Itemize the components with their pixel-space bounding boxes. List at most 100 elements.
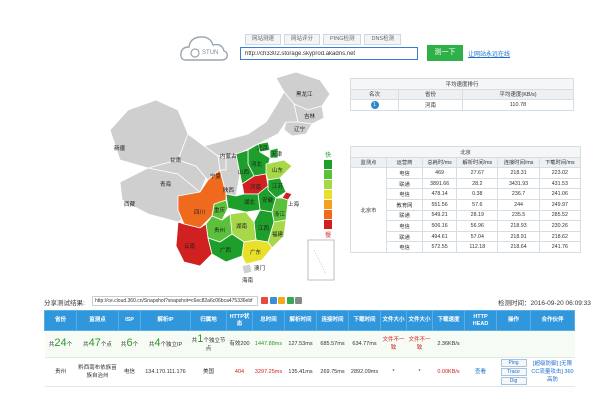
bj-cell: 电信 (386, 220, 423, 232)
bj-cell: 联通 (386, 209, 423, 222)
bj-cell: 236.7 (497, 188, 540, 200)
share-icon[interactable] (295, 297, 302, 304)
legend-swatch (324, 200, 332, 209)
sum-total: 1447.88ms (252, 330, 285, 358)
bj-table-body: 北京市 电信 469 27.67 218.31 223.02 联通 3891.66 28.2 34… (350, 167, 582, 253)
label-xizang: 西藏 (124, 200, 136, 208)
avg-header-province: 省份 (398, 88, 463, 100)
summary-row: 共24个 共47个点 共6个 共4个独立IP 共1个独立节点 有效200 144… (44, 330, 575, 358)
bj-cell: 241.06 (538, 188, 582, 200)
table-row: 1 河南 110.78 (350, 99, 574, 111)
label-guangxi: 广西 (220, 246, 232, 254)
share-icon[interactable] (261, 297, 268, 304)
label-hubei: 湖北 (244, 198, 256, 206)
avg-speed-table: 平均速度排行 名次 省份 平均速度(KB/s) 1 河南 110.78 (350, 78, 574, 111)
row-download: 2892.09ms (348, 357, 381, 387)
sum-location: 共1个独立节点 (190, 330, 227, 358)
row-location: 美国 (190, 357, 227, 387)
label-jiangsu: 江苏 (272, 182, 284, 190)
avg-header-speed: 平均速度(KB/s) (462, 88, 574, 100)
logo: STUN (180, 30, 240, 64)
sum-connect: 685.57ms (316, 330, 349, 358)
map-region-hainan[interactable] (241, 263, 253, 275)
res-header-total: 总时间 (252, 310, 285, 331)
bj-cell: 494.61 (421, 230, 458, 243)
bj-cell: 联通 (386, 177, 423, 190)
label-zhejiang: 浙江 (274, 210, 286, 218)
share-url-field[interactable]: http://ce.cloud.360.cn/Snapshot?snapshot… (92, 296, 258, 306)
res-header-head: HTTP HEAD (464, 310, 497, 331)
tab-dns[interactable]: DNS检测 (364, 34, 402, 45)
results-table: 省份 监测点 ISP 解析IP 归属地 HTTP状态 总时间 解析时间 连接时间… (44, 310, 575, 387)
label-guangdong: 广东 (250, 248, 262, 256)
bj-cell: 56.96 (456, 220, 499, 232)
bj-cell: 28.2 (456, 177, 499, 190)
res-header-download: 下载时间 (348, 310, 381, 331)
bj-cell: 549.21 (421, 209, 458, 222)
share-icon[interactable] (269, 297, 277, 304)
row-connect: 269.75ms (316, 357, 349, 387)
bj-cell: 3891.66 (421, 177, 458, 190)
label-ningxia: 宁夏 (210, 172, 222, 180)
tab-speed[interactable]: 网站测速 (245, 34, 282, 45)
bj-table-caption: 北京 (350, 146, 581, 158)
share-icon[interactable] (286, 297, 294, 304)
bj-cell: 218.91 (497, 230, 540, 243)
res-header-ip: 解析IP (140, 310, 191, 331)
share-icons (261, 297, 304, 304)
trace-button[interactable]: Trace (500, 368, 527, 376)
speed-legend: 快 慢 (322, 150, 334, 239)
sum-download: 634.77ms (348, 330, 381, 358)
map-region-neimenggu[interactable] (203, 91, 299, 157)
sum-province: 共24个 (44, 330, 77, 358)
dig-button[interactable]: Dig (500, 377, 527, 385)
row-total: 3297.25ms (252, 357, 285, 387)
legend-swatch (324, 190, 332, 199)
row-partner-link[interactable]: [超级防御] [无限CC流量攻击] 360高防 (530, 357, 575, 387)
legend-swatches (322, 160, 334, 229)
rank-badge: 1 (370, 100, 379, 109)
label-anhui: 安徽 (262, 196, 274, 204)
cloud-logo-icon (180, 36, 228, 61)
label-sichuan: 四川 (194, 209, 205, 216)
legend-slow-label: 慢 (324, 233, 331, 239)
tab-score[interactable]: 网站评分 (284, 34, 321, 45)
bj-header-total: 总耗时/ms (421, 156, 458, 169)
bj-cell: 244 (497, 198, 540, 211)
res-header-speed: 下载速度 (432, 310, 465, 331)
brand-name: STUN (202, 50, 219, 56)
bj-cell: 249.97 (538, 198, 582, 211)
row-resolve: 135.41ms (284, 357, 317, 387)
beijing-detail-table: 北京 监测点 运营商 总耗时/ms 解析时间/ms 连接时间/ms 下载时间/m… (350, 146, 582, 253)
bj-cell: 电信 (386, 241, 423, 253)
table-row: 北京市 电信 469 27.67 218.31 223.02 (350, 167, 582, 253)
bj-cell: 572.55 (421, 241, 458, 253)
share-icon[interactable] (278, 297, 285, 304)
label-jiangxi: 江西 (258, 225, 270, 232)
bj-cell: 112.18 (456, 241, 499, 253)
label-tianjin: 天津 (271, 151, 283, 158)
bj-cell: 241.76 (538, 241, 582, 253)
bj-cell: 电信 (386, 167, 423, 179)
label-fujian: 福建 (272, 230, 284, 238)
sum-point: 共47个点 (76, 330, 119, 358)
sum-speed: 2.36KB/s (432, 330, 465, 358)
ping-button[interactable]: Ping (500, 359, 527, 367)
res-header-size2: 文件大小 (406, 310, 433, 331)
bj-cell: 电信 (386, 188, 423, 200)
label-shaanxi: 陕西 (223, 186, 235, 194)
tab-ping[interactable]: PING检测 (323, 34, 362, 45)
res-header-status: HTTP状态 (226, 310, 253, 331)
check-time: 检测时间：2016-09-20 06:09:33 (498, 297, 591, 307)
avg-table-caption: 平均速度排行 (350, 78, 574, 90)
always-online-link[interactable]: 让网站永远在线 (468, 49, 510, 58)
bj-header-point: 监测点 (350, 156, 387, 169)
test-button[interactable]: 测一下 (427, 45, 463, 61)
res-header-size1: 文件大小 (380, 310, 407, 331)
row-province: 贵州 (44, 357, 77, 387)
url-input[interactable] (240, 47, 418, 60)
bj-location: 北京市 (350, 167, 387, 253)
bj-cell: 285.52 (538, 209, 582, 222)
check-time-value: 2016-09-20 06:09:33 (530, 300, 591, 307)
row-head-link[interactable]: 查看 (464, 357, 497, 387)
